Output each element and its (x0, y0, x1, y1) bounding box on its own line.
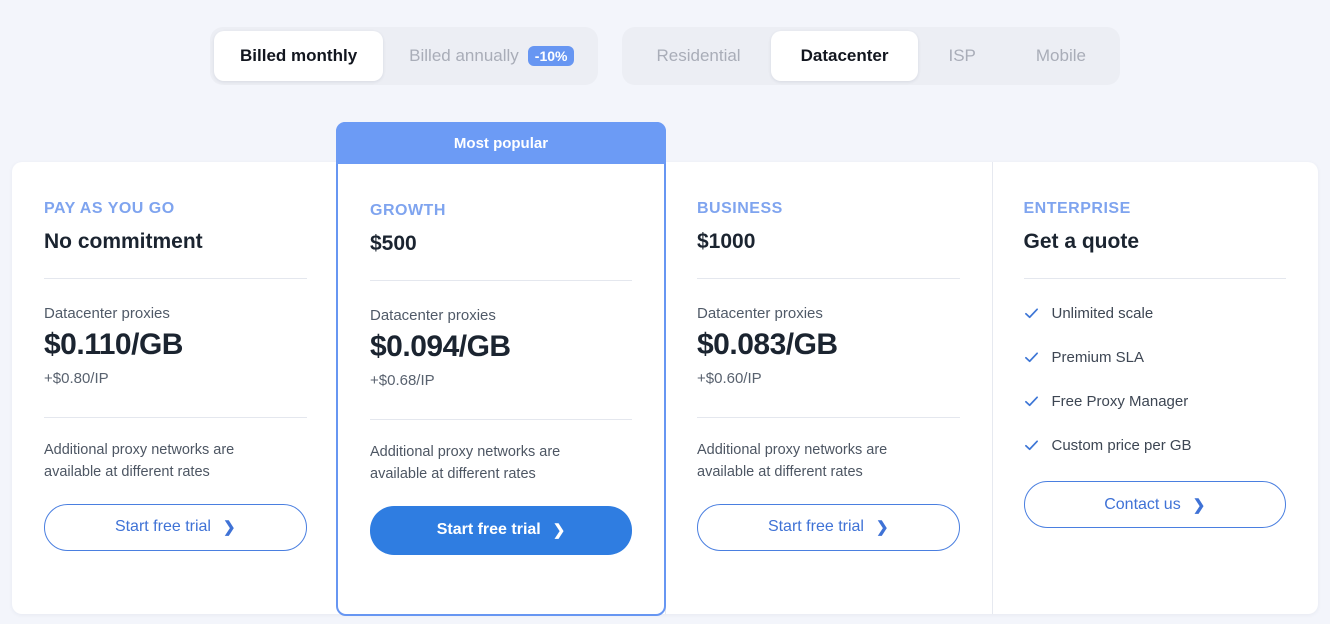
list-item: Unlimited scale (1024, 305, 1287, 322)
contact-us-label: Contact us (1104, 495, 1181, 513)
pricing-card-group: PAY AS YOU GO No commitment Datacenter p… (12, 122, 1319, 616)
billing-toggle-group: Billed monthly Billed annually -10% (210, 27, 599, 85)
tab-mobile-label: Mobile (1035, 46, 1086, 65)
check-icon (1024, 308, 1038, 319)
plan-headline: Get a quote (1023, 230, 1140, 253)
pricing-card-pay-as-you-go: PAY AS YOU GO No commitment Datacenter p… (12, 162, 339, 614)
billing-option-monthly-label: Billed monthly (240, 46, 358, 65)
start-free-trial-label: Start free trial (114, 518, 211, 535)
card-divider (697, 278, 960, 279)
pricing-card-business: BUSINESS $1000 Datacenter proxies $0.083… (665, 162, 992, 614)
tab-mobile[interactable]: Mobile (1006, 31, 1116, 81)
plan-proxy-label: Datacenter proxies (370, 307, 496, 324)
contact-us-button[interactable]: Contact us ❯ (1023, 481, 1286, 528)
pricing-card-growth: Most popular GROWTH $500 Datacenter prox… (336, 122, 666, 616)
check-icon (1024, 352, 1038, 363)
plan-ip-price: +$0.80/IP (44, 370, 109, 387)
start-free-trial-label: Start free trial (767, 518, 864, 535)
most-popular-banner: Most popular (336, 122, 666, 164)
plan-ip-price: +$0.60/IP (697, 370, 762, 387)
pricing-page: Billed monthly Billed annually -10% Resi… (0, 0, 1330, 624)
card-divider-lower (370, 419, 632, 420)
feature-list: Unlimited scale Premium SLA Free Proxy M… (1024, 305, 1287, 454)
list-item: Premium SLA (1024, 349, 1287, 366)
plan-note: Additional proxy networks are available … (44, 442, 235, 480)
plan-tier-label: ENTERPRISE (1023, 200, 1131, 217)
enterprise-cta-wrap: Contact us ❯ (1023, 481, 1286, 528)
tab-residential-label: Residential (656, 46, 741, 65)
plan-note: Additional proxy networks are available … (697, 442, 888, 480)
chevron-right-icon: ❯ (552, 522, 566, 539)
feature-label: Free Proxy Manager (1051, 393, 1189, 410)
plan-price: $0.094/GB (370, 330, 511, 363)
chevron-right-icon: ❯ (875, 519, 889, 536)
plan-note: Additional proxy networks are available … (370, 444, 561, 482)
feature-label: Premium SLA (1051, 349, 1145, 366)
feature-label: Unlimited scale (1051, 305, 1154, 322)
plan-headline: No commitment (44, 230, 203, 253)
plan-headline: $500 (370, 232, 417, 255)
plan-proxy-label: Datacenter proxies (44, 305, 170, 322)
billing-option-annually-label: Billed annually (409, 46, 519, 65)
start-free-trial-button[interactable]: Start free trial ❯ (44, 503, 307, 551)
plan-headline: $1000 (697, 230, 756, 253)
plan-proxy-label: Datacenter proxies (697, 305, 823, 322)
card-divider-lower (697, 417, 960, 418)
check-icon (1024, 396, 1038, 407)
card-divider (370, 280, 632, 281)
feature-label: Custom price per GB (1051, 437, 1192, 454)
tab-datacenter[interactable]: Datacenter (770, 31, 919, 81)
plan-tier-label: GROWTH (370, 202, 446, 219)
card-divider-lower (44, 417, 307, 418)
plan-ip-price: +$0.68/IP (370, 372, 435, 389)
list-item: Custom price per GB (1024, 437, 1287, 454)
tab-isp[interactable]: ISP (918, 31, 1005, 81)
plan-tier-label: PAY AS YOU GO (44, 200, 175, 217)
chevron-right-icon: ❯ (1192, 496, 1206, 514)
plan-tier-label: BUSINESS (697, 200, 783, 217)
chevron-right-icon: ❯ (222, 519, 236, 536)
list-item: Free Proxy Manager (1024, 393, 1287, 410)
toggle-row: Billed monthly Billed annually -10% Resi… (0, 25, 1330, 87)
tab-isp-label: ISP (948, 46, 976, 65)
tab-residential[interactable]: Residential (626, 31, 770, 81)
card-divider (44, 278, 307, 279)
proxy-type-tab-group: Residential Datacenter ISP Mobile (622, 27, 1120, 85)
plan-price: $0.083/GB (697, 328, 838, 361)
discount-badge: -10% (527, 46, 575, 66)
check-icon (1024, 440, 1038, 451)
tab-datacenter-label: Datacenter (800, 46, 889, 65)
pricing-card-enterprise: ENTERPRISE Get a quote Unlimited scale P… (991, 162, 1319, 614)
plan-price: $0.110/GB (44, 328, 183, 361)
card-divider (1023, 278, 1286, 279)
start-free-trial-button[interactable]: Start free trial ❯ (697, 503, 960, 551)
billing-option-annually[interactable]: Billed annually -10% (383, 31, 594, 81)
billing-option-monthly[interactable]: Billed monthly (214, 31, 384, 81)
start-free-trial-button[interactable]: Start free trial ❯ (370, 505, 632, 555)
start-free-trial-label: Start free trial (436, 521, 541, 538)
